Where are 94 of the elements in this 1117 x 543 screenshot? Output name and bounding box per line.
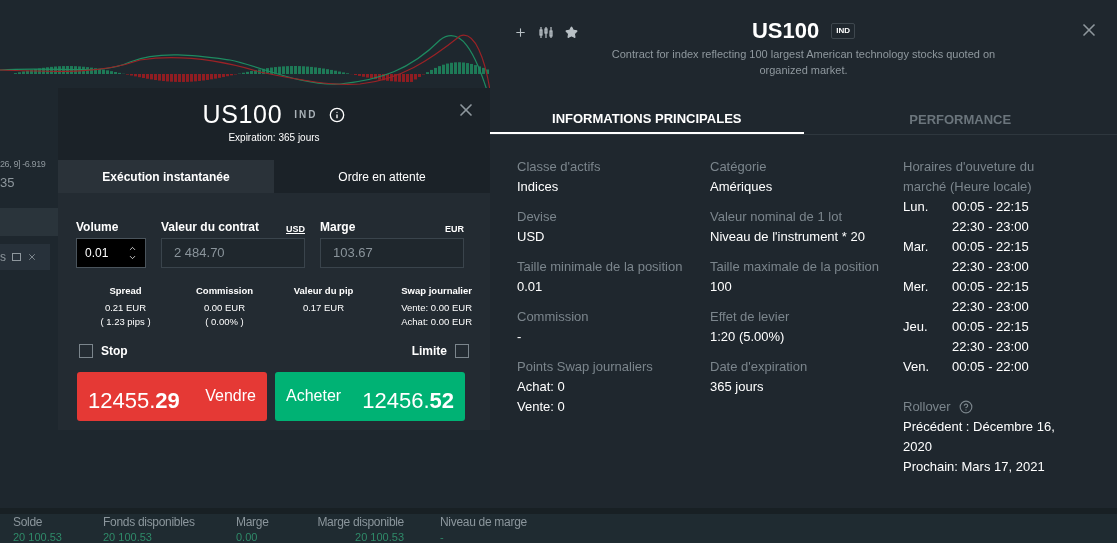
instrument-badge: IND bbox=[831, 23, 856, 39]
panel-tab-label: s bbox=[0, 249, 6, 266]
info-label: Commission bbox=[517, 308, 590, 326]
info-tab[interactable]: INFORMATIONS PRINCIPALES bbox=[490, 105, 804, 134]
option-label: Stop bbox=[101, 343, 128, 360]
hours-range: 22:30 - 23:00 bbox=[952, 258, 1029, 276]
account-value: 0.00 bbox=[236, 530, 259, 543]
field-label: Marge bbox=[320, 219, 356, 236]
stat-value: ( 0.00% ) bbox=[205, 315, 244, 330]
info-icon[interactable] bbox=[329, 106, 346, 123]
info-value: Amériques bbox=[710, 178, 774, 196]
symbol-title: US100 bbox=[751, 20, 820, 42]
expiration-text: Expiration: 365 jours bbox=[228, 131, 320, 145]
info-value: 365 jours bbox=[710, 378, 765, 396]
day-label: Lun. bbox=[903, 198, 930, 216]
day-label: Ven. bbox=[903, 358, 931, 376]
stat-value: Vente: 0.00 EUR bbox=[401, 301, 472, 316]
stat-label: Swap journalier bbox=[401, 284, 472, 298]
info-value: USD bbox=[517, 228, 546, 246]
time-label: 35 bbox=[0, 174, 15, 192]
info-label: Effet de levier bbox=[710, 308, 791, 326]
account-label: Niveau de marge bbox=[440, 515, 528, 530]
info-label: Valeur nominal de 1 lot bbox=[710, 208, 843, 226]
stat-value: Achat: 0.00 EUR bbox=[401, 315, 472, 330]
day-label: Mer. bbox=[903, 278, 930, 296]
stat-label: Commission bbox=[196, 284, 253, 298]
day-label: Jeu. bbox=[903, 318, 929, 336]
symbol-title: US100 bbox=[202, 102, 283, 127]
rollover-label: Rollover bbox=[903, 398, 951, 416]
stat-value: ( 1.23 pips ) bbox=[100, 315, 151, 330]
info-value: Niveau de l'instrument * 20 bbox=[710, 228, 866, 246]
add-icon[interactable] bbox=[514, 26, 527, 39]
stat-label: Valeur du pip bbox=[293, 284, 354, 298]
rollover-date: Prochain: Mars 17, 2021 bbox=[903, 458, 1046, 476]
close-icon[interactable] bbox=[27, 252, 37, 262]
info-label: Points Swap journaliers bbox=[517, 358, 654, 376]
info-value: 1:20 (5.00%) bbox=[710, 328, 786, 346]
decrement-icon[interactable] bbox=[128, 253, 137, 262]
help-icon[interactable] bbox=[958, 400, 973, 414]
account-label: Marge disponible bbox=[317, 515, 404, 530]
volume-input[interactable]: 0.01 bbox=[76, 238, 146, 268]
contract-value-field: 2 484.70 bbox=[161, 238, 305, 268]
hours-range: 00:05 - 22:00 bbox=[952, 358, 1029, 376]
hours-range: 00:05 - 22:15 bbox=[952, 198, 1029, 216]
checkbox[interactable] bbox=[79, 344, 93, 358]
info-label: Classe d'actifs bbox=[517, 158, 602, 176]
stat-value: 0.21 EUR bbox=[104, 301, 147, 316]
rollover-date: Précédent : Décembre 16, 2020 bbox=[903, 418, 1056, 456]
hours-range: 22:30 - 23:00 bbox=[952, 338, 1029, 356]
currency-text: EUR bbox=[445, 222, 464, 236]
order-type-tab[interactable]: Ordre en attente bbox=[274, 160, 490, 193]
option-label: Limite bbox=[411, 343, 447, 360]
increment-icon[interactable] bbox=[128, 244, 137, 253]
info-value: 0.01 bbox=[517, 278, 544, 296]
info-value: Indices bbox=[517, 178, 560, 196]
day-label: Mar. bbox=[903, 238, 930, 256]
field-label: Valeur du contrat bbox=[161, 219, 260, 236]
info-label: Taille minimale de la position bbox=[517, 258, 684, 276]
hours-range: 00:05 - 22:15 bbox=[952, 238, 1029, 256]
hours-range: 22:30 - 23:00 bbox=[952, 218, 1029, 236]
star-icon[interactable] bbox=[565, 26, 578, 39]
info-value: - bbox=[517, 328, 523, 346]
instrument-description: Contract for index reflecting 100 largest American technology stocks quoted on organized market. bbox=[610, 47, 997, 78]
hours-range: 22:30 - 23:00 bbox=[952, 298, 1029, 316]
candlestick-icon[interactable] bbox=[539, 26, 553, 39]
account-label: Solde bbox=[13, 515, 44, 530]
info-label: Date d'expiration bbox=[710, 358, 809, 376]
account-value: 20 100.53 bbox=[355, 530, 404, 543]
account-value: 20 100.53 bbox=[13, 530, 63, 543]
account-value: - bbox=[440, 530, 445, 543]
account-label: Marge bbox=[236, 515, 270, 530]
order-type-tab[interactable]: Exécution instantanée bbox=[58, 160, 274, 193]
info-label: Catégorie bbox=[710, 158, 768, 176]
stat-value: 0.00 EUR bbox=[203, 301, 246, 316]
stat-label: Spread bbox=[109, 284, 142, 298]
margin-field: 103.67 bbox=[320, 238, 464, 268]
account-value: 20 100.53 bbox=[103, 530, 153, 543]
account-label: Fonds disponibles bbox=[103, 515, 196, 530]
info-value: Achat: 0 bbox=[517, 378, 566, 396]
hours-range: 00:05 - 22:15 bbox=[952, 278, 1029, 296]
currency-link[interactable]: USD bbox=[286, 222, 305, 236]
hours-range: 00:05 - 22:15 bbox=[952, 318, 1029, 336]
instrument-type: IND bbox=[294, 108, 318, 122]
hours-title: Horaires d'ouveture du marché (Heure locale) bbox=[903, 158, 1036, 196]
volume-label: Volume bbox=[76, 219, 120, 236]
checkbox[interactable] bbox=[455, 344, 469, 358]
stat-value: 0.17 EUR bbox=[302, 301, 345, 316]
info-label: Devise bbox=[517, 208, 558, 226]
indicator-legend: 26, 9] -6.919 bbox=[0, 158, 46, 172]
info-value: Vente: 0 bbox=[517, 398, 566, 416]
info-value: 100 bbox=[710, 278, 733, 296]
maximize-icon[interactable] bbox=[12, 253, 21, 261]
info-label: Taille maximale de la position bbox=[710, 258, 881, 276]
sell-button[interactable]: 12455.29 Vendre bbox=[77, 372, 267, 421]
